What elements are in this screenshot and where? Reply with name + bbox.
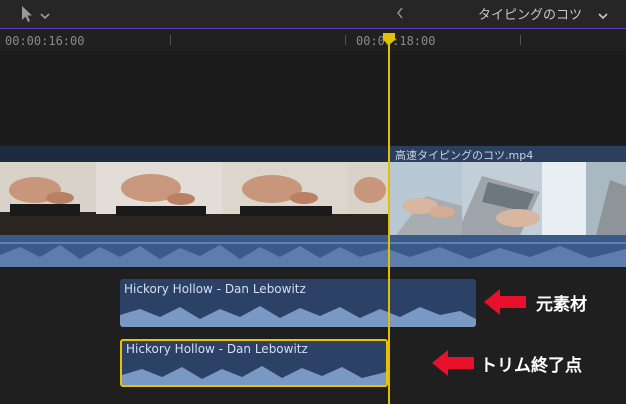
video-audio-waveform[interactable] (0, 235, 626, 267)
video-thumbnail (348, 162, 388, 235)
video-thumbnail (0, 162, 96, 235)
ruler-tick (170, 35, 171, 45)
tool-chevron-down-icon[interactable] (40, 6, 50, 25)
project-chevron-down-icon[interactable] (598, 6, 608, 25)
back-chevron-icon[interactable] (395, 5, 405, 24)
annotation-trim-end: トリム終了点 (480, 356, 582, 376)
time-ruler[interactable]: 00:00:16:00 00:00:18:00 (0, 29, 626, 51)
video-thumbnail (96, 162, 222, 235)
arrow-left-icon (432, 350, 474, 376)
music-clip-original-title: Hickory Hollow - Dan Lebowitz (124, 282, 306, 296)
timecode-16: 00:00:16:00 (5, 34, 85, 48)
ruler-tick (345, 35, 346, 45)
arrow-pointer-icon[interactable] (20, 5, 34, 27)
video-thumbnail (586, 162, 626, 235)
timeline-empty-area (0, 51, 626, 146)
playhead-line[interactable] (388, 36, 390, 404)
video-thumbnail (462, 162, 586, 235)
ruler-tick (520, 35, 521, 45)
annotation-original: 元素材 (536, 295, 587, 315)
video-clip-2-title: 高速タイピングのコツ.mp4 (395, 149, 534, 162)
project-title[interactable]: タイピングのコツ (478, 4, 582, 23)
music-clip-trimmed-title: Hickory Hollow - Dan Lebowitz (126, 342, 308, 356)
playhead-handle-icon[interactable] (382, 32, 396, 46)
arrow-left-icon (484, 289, 526, 315)
music-clip-original[interactable]: Hickory Hollow - Dan Lebowitz (120, 279, 476, 327)
music-clip-trimmed[interactable]: Hickory Hollow - Dan Lebowitz (120, 339, 388, 387)
video-thumbnail (222, 162, 348, 235)
top-toolbar: タイピングのコツ (0, 0, 626, 28)
video-thumbnail (390, 162, 462, 235)
